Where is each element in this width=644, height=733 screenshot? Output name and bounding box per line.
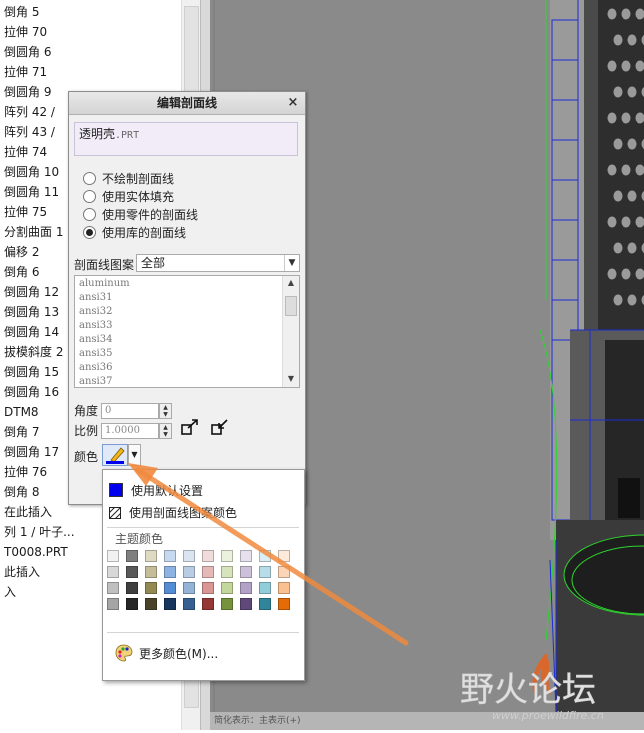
watermark-url: www.proewildfire.cn xyxy=(492,709,604,722)
watermark-logo: 野火论坛 www.proewildfire.cn xyxy=(458,645,644,730)
watermark-main: 野火论坛 xyxy=(460,670,596,710)
watermark-flame-icon: 野火论坛 www.proewildfire.cn xyxy=(458,645,644,730)
annotation-arrow xyxy=(0,0,644,730)
